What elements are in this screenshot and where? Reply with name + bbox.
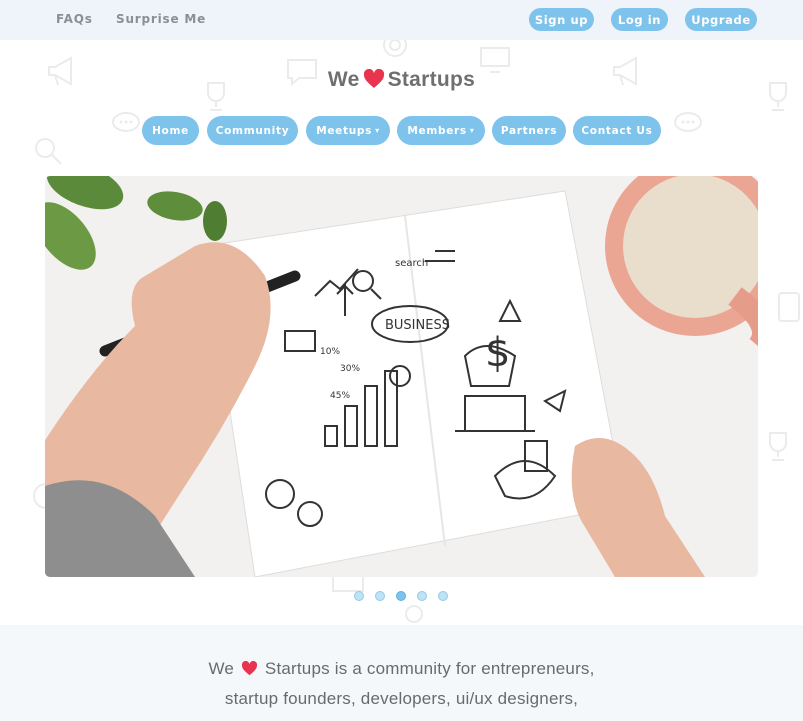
top-bar: FAQs Surprise Me Sign up Log in Upgrade: [0, 0, 803, 40]
chat-dots-icon: [112, 112, 140, 132]
brand-text-we: We: [327, 68, 360, 91]
hero-slider[interactable]: BUSINESS $ search 10% 30% 45%: [45, 176, 758, 577]
nav-partners-label: Partners: [500, 124, 558, 137]
nav-meetups[interactable]: Meetups ▾: [306, 116, 390, 145]
nav-contact-us[interactable]: Contact Us: [573, 116, 661, 145]
sketch-label-business: BUSINESS: [385, 318, 450, 333]
heart-icon: [363, 68, 385, 95]
nav-community-label: Community: [215, 124, 290, 137]
nav-community[interactable]: Community: [207, 116, 298, 145]
sketch-label-pct1: 10%: [320, 347, 340, 357]
nav-members[interactable]: Members ▾: [397, 116, 485, 145]
gear-icon: [405, 605, 423, 623]
nav-home-label: Home: [152, 124, 189, 137]
sketch-label-pct2: 30%: [340, 364, 360, 374]
chevron-down-icon: ▾: [375, 126, 380, 135]
upgrade-button[interactable]: Upgrade: [685, 8, 757, 31]
chat-dots-icon: [674, 112, 702, 132]
about-line-2: startup founders, developers, ui/ux desi…: [224, 689, 579, 708]
chevron-down-icon: ▾: [469, 126, 475, 135]
faqs-link[interactable]: FAQs: [56, 12, 93, 26]
nav-home[interactable]: Home: [142, 116, 199, 145]
slider-dot-5[interactable]: [438, 591, 448, 601]
site-logo[interactable]: We Startups: [0, 68, 803, 95]
slider-dot-1[interactable]: [354, 591, 364, 601]
nav-contact-us-label: Contact Us: [581, 124, 653, 137]
surprise-me-link[interactable]: Surprise Me: [116, 12, 206, 26]
heart-icon: [241, 660, 258, 681]
signup-button[interactable]: Sign up: [529, 8, 594, 31]
trophy-icon: [769, 432, 787, 461]
about-section: We Startups is a community for entrepren…: [0, 625, 803, 721]
login-button[interactable]: Log in: [611, 8, 668, 31]
nav-meetups-label: Meetups: [316, 124, 373, 137]
slider-dot-3[interactable]: [396, 591, 406, 601]
about-we: We: [208, 659, 235, 678]
dollar-sketch: $: [485, 330, 510, 376]
about-line-1-text: Startups is a community for entrepreneur…: [264, 659, 595, 678]
brand-text-startups: Startups: [387, 68, 476, 91]
slide-image: BUSINESS $ search 10% 30% 45%: [45, 176, 758, 577]
nav-members-label: Members: [407, 124, 467, 137]
sketch-label-search: search: [395, 258, 428, 269]
slider-dot-4[interactable]: [417, 591, 427, 601]
phone-icon: [778, 292, 800, 322]
slider-dot-2[interactable]: [375, 591, 385, 601]
nav-partners[interactable]: Partners: [492, 116, 566, 145]
sketch-label-pct3: 45%: [330, 391, 350, 401]
about-line-1: We Startups is a community for entrepren…: [0, 659, 803, 681]
target-icon: [383, 40, 407, 57]
magnifier-icon: [35, 138, 62, 165]
